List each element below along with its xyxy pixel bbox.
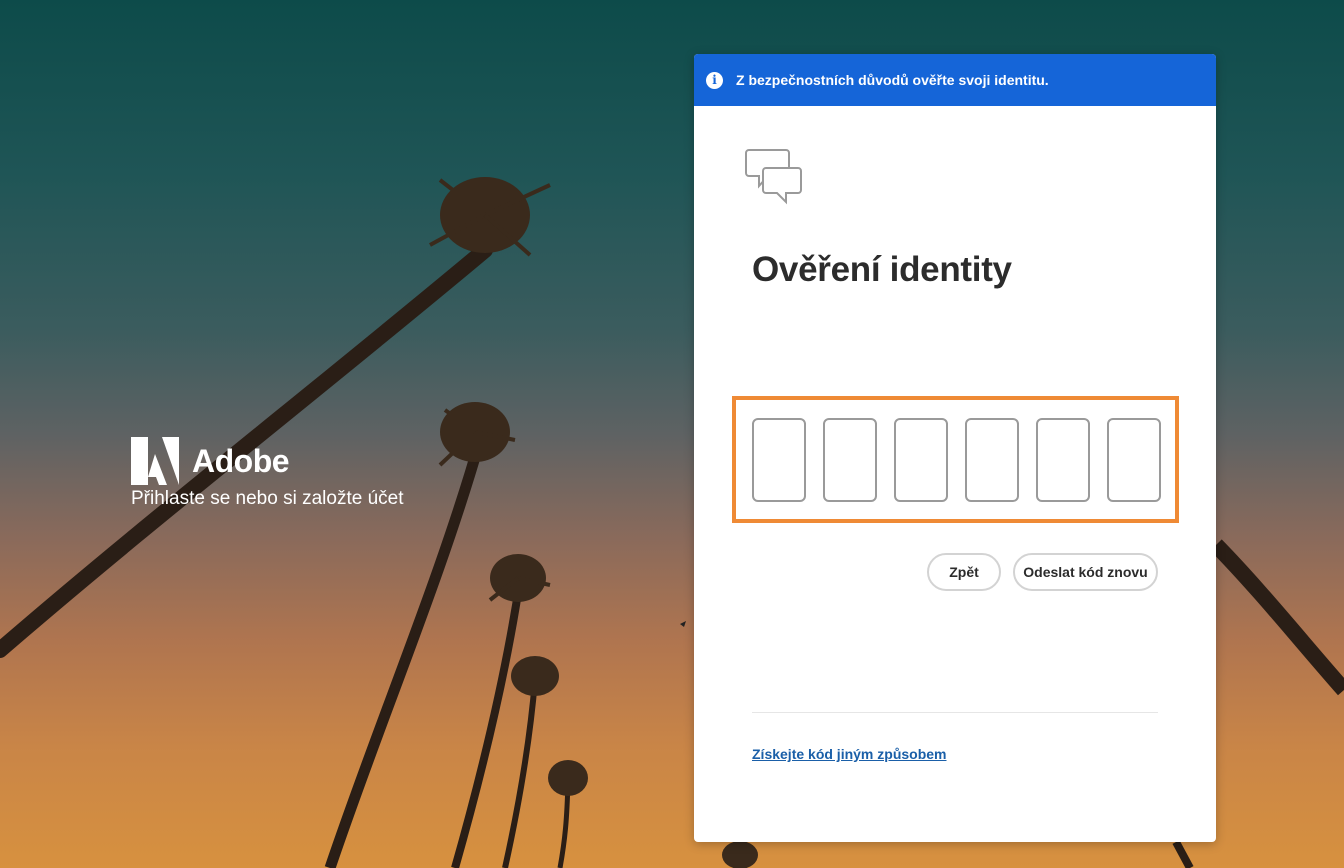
adobe-logo-icon bbox=[131, 437, 179, 485]
code-digit-1[interactable] bbox=[752, 418, 806, 502]
brand-block: Adobe Přihlaste se nebo si založte účet bbox=[131, 437, 404, 510]
code-digit-3[interactable] bbox=[894, 418, 948, 502]
page-title: Ověření identity bbox=[752, 250, 1012, 289]
chat-bubbles-icon bbox=[745, 149, 802, 205]
brand-tagline: Přihlaste se nebo si založte účet bbox=[131, 488, 404, 509]
info-icon: i bbox=[706, 71, 723, 89]
banner-text: Z bezpečnostních důvodů ověřte svoji ide… bbox=[736, 72, 1049, 88]
alternate-method-link[interactable]: Získejte kód jiným způsobem bbox=[752, 746, 947, 762]
resend-code-button[interactable]: Odeslat kód znovu bbox=[1013, 553, 1158, 591]
brand-name: Adobe bbox=[192, 442, 290, 479]
code-input-highlight bbox=[732, 396, 1179, 523]
code-digit-5[interactable] bbox=[1036, 418, 1090, 502]
code-digit-6[interactable] bbox=[1107, 418, 1161, 502]
security-banner: i Z bezpečnostních důvodů ověřte svoji i… bbox=[694, 54, 1216, 106]
divider bbox=[752, 712, 1158, 713]
code-digit-2[interactable] bbox=[823, 418, 877, 502]
code-digit-4[interactable] bbox=[965, 418, 1019, 502]
code-input-group bbox=[752, 418, 1161, 502]
back-button[interactable]: Zpět bbox=[927, 553, 1001, 591]
verify-identity-card: i Z bezpečnostních důvodů ověřte svoji i… bbox=[694, 54, 1216, 842]
